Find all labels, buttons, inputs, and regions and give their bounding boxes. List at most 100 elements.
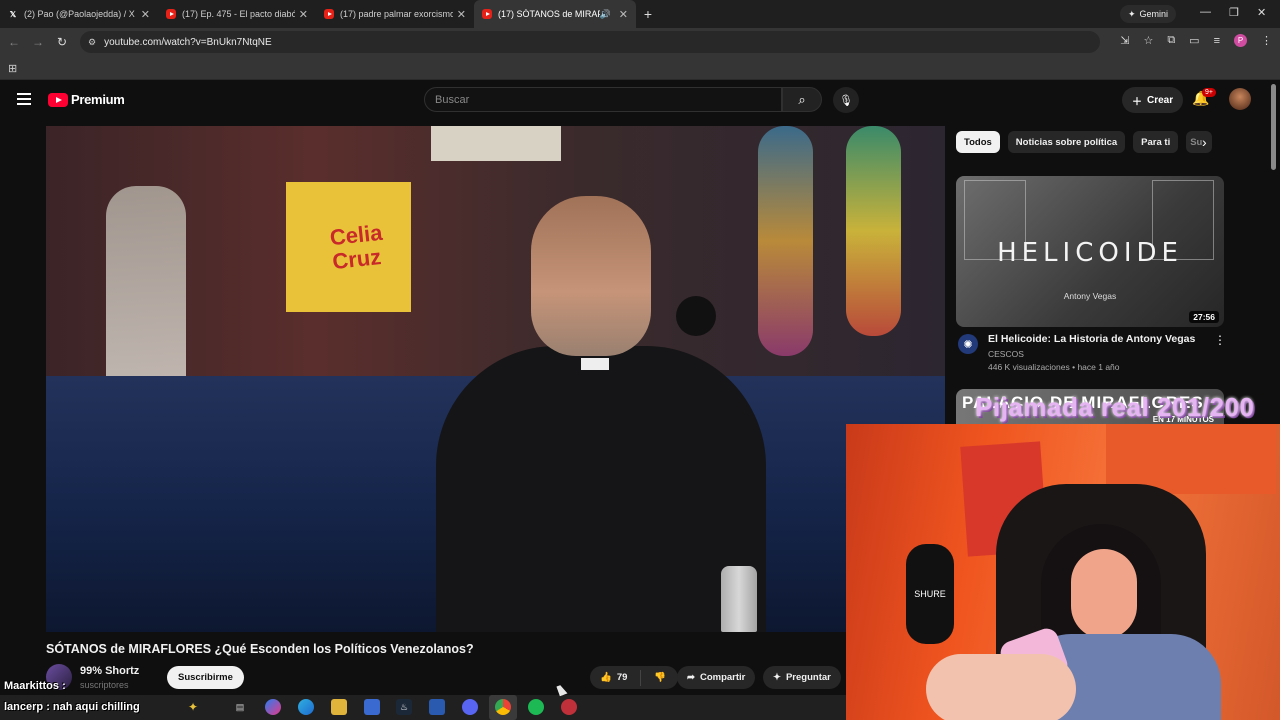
voice-search-button[interactable]: 🎙 (833, 87, 859, 113)
close-icon[interactable]: ✕ (457, 8, 466, 21)
cast-icon[interactable]: ▭ (1189, 34, 1199, 47)
close-icon[interactable]: ✕ (619, 8, 628, 21)
url-text: youtube.com/watch?v=BnUkn7NtqNE (104, 36, 272, 48)
chip-politica[interactable]: Noticias sobre política (1007, 131, 1126, 153)
recommended-thumbnail[interactable]: HELICOIDE Antony Vegas 27:56 (956, 176, 1224, 327)
store-icon[interactable] (364, 699, 380, 715)
restore-icon[interactable]: ❐ (1229, 6, 1239, 19)
create-label: Crear (1147, 94, 1174, 106)
share-arrow-icon: ➦ (687, 672, 695, 683)
tab-youtube-padre[interactable]: (17) padre palmar exorcismo c ✕ (316, 0, 474, 28)
tab-x[interactable]: 𝕏 (2) Pao (@Paolaojedda) / X ✕ (0, 0, 158, 28)
profile-avatar[interactable]: P (1234, 34, 1247, 47)
mic-brand: SHURE (914, 589, 946, 599)
subscribe-button[interactable]: Suscribirme (167, 666, 244, 689)
bottle (721, 566, 757, 632)
hamburger-menu-icon[interactable] (17, 93, 31, 105)
recommended-meta: 446 K visualizaciones • hace 1 año (988, 362, 1120, 372)
youtube-icon (166, 9, 176, 19)
speaker-person (416, 166, 776, 632)
sparkle-icon: ✦ (1128, 8, 1136, 19)
speaker-icon[interactable]: 🔊 (600, 9, 611, 20)
media-icon[interactable]: ≡ (1214, 35, 1220, 47)
minimize-icon[interactable]: — (1200, 6, 1211, 18)
thumbs-down-icon[interactable]: 👎 (654, 672, 666, 683)
subscriber-count: suscriptores (80, 680, 129, 690)
wall-frame (431, 126, 561, 161)
page-scrollbar[interactable] (1271, 84, 1276, 170)
notification-badge: 9+ (1202, 88, 1216, 97)
task-view-icon[interactable]: ▤ (232, 699, 248, 715)
chip-todos[interactable]: Todos (956, 131, 1000, 153)
chrome-icon[interactable] (495, 699, 511, 715)
gemini-label: Gemini (1139, 9, 1169, 19)
divider (640, 669, 642, 686)
screen: 𝕏 (2) Pao (@Paolaojedda) / X ✕ (17) Ep. … (0, 0, 1280, 720)
toolbar-icons: ⇲ ☆ ⧉ ▭ ≡ P ⋮ (1120, 34, 1272, 47)
apps-grid-icon[interactable]: ⊞ (8, 62, 17, 75)
tab-youtube-sotanos[interactable]: (17) SÓTANOS de MIRAFLO 🔊 ✕ (474, 0, 636, 28)
duration-badge: 27:56 (1189, 311, 1219, 323)
recommended-channel[interactable]: CESCOS (988, 349, 1024, 359)
forward-icon[interactable]: → (26, 35, 50, 49)
plus-icon: ＋ (1132, 96, 1142, 108)
share-button[interactable]: ➦ Compartir (677, 666, 756, 689)
copilot-icon[interactable] (265, 699, 281, 715)
close-icon[interactable]: ✕ (141, 8, 150, 21)
more-options-icon[interactable]: ⋮ (1214, 333, 1226, 347)
chip-para-ti[interactable]: Para ti (1133, 131, 1179, 153)
spotify-icon[interactable] (528, 699, 544, 715)
file-explorer-icon[interactable] (331, 699, 347, 715)
youtube-masthead: Premium Buscar ⌕ 🎙 ＋ Crear 🔔 9+ (0, 80, 1280, 120)
youtube-play-icon (48, 92, 68, 107)
tab-label: (2) Pao (@Paolaojedda) / X (24, 9, 135, 19)
youtube-premium-logo[interactable]: Premium (48, 92, 125, 107)
chat-message: Maarkittos : (4, 680, 66, 692)
ask-label: Preguntar (785, 672, 831, 683)
thumbs-up-icon[interactable]: 👍 (600, 672, 612, 683)
new-tab-button[interactable]: + (636, 6, 660, 22)
address-bar-row: ← → ↻ ⚙ youtube.com/watch?v=BnUkn7NtqNE … (0, 28, 1280, 56)
recommended-title[interactable]: El Helicoide: La Historia de Antony Vega… (988, 333, 1195, 345)
like-count[interactable]: 79 (617, 672, 628, 683)
gemini-button[interactable]: ✦ Gemini (1120, 5, 1177, 23)
install-icon[interactable]: ⇲ (1120, 34, 1129, 47)
steam-icon[interactable]: ♨ (396, 699, 412, 715)
star-icon[interactable]: ☆ (1143, 34, 1153, 47)
search-button[interactable]: ⌕ (782, 87, 822, 112)
sparkle-icon: ✦ (773, 672, 781, 683)
streamer-knee (926, 654, 1076, 720)
url-field[interactable]: ⚙ youtube.com/watch?v=BnUkn7NtqNE (80, 31, 1100, 53)
edge-icon[interactable] (298, 699, 314, 715)
search-icon: ⌕ (798, 91, 806, 107)
clerical-collar (581, 358, 609, 370)
app-icon[interactable] (561, 699, 577, 715)
close-icon[interactable]: ✕ (299, 8, 308, 21)
channel-avatar[interactable]: ✺ (958, 334, 978, 354)
back-icon[interactable]: ← (2, 35, 26, 49)
x-logo-icon: 𝕏 (9, 9, 17, 19)
tab-youtube-ep475[interactable]: (17) Ep. 475 - El pacto diabólico ✕ (158, 0, 316, 28)
video-player[interactable]: Celia Cruz (46, 126, 945, 632)
site-info-icon[interactable]: ⚙ (88, 37, 96, 48)
chip-more[interactable]: Su (1186, 131, 1213, 153)
reload-icon[interactable]: ↻ (50, 35, 74, 49)
cassock (436, 346, 766, 632)
channel-name[interactable]: 99% Shortz (80, 665, 139, 677)
chat-message: lancerp : nah aqui chilling (4, 701, 140, 713)
create-button[interactable]: ＋ Crear (1122, 87, 1184, 113)
search-input[interactable]: Buscar (424, 87, 782, 112)
chevron-right-icon[interactable]: › (1202, 134, 1207, 150)
video-title: SÓTANOS de MIRAFLORES ¿Qué Esconden los … (46, 642, 474, 656)
sparkle-icon[interactable]: ✦ (185, 699, 201, 715)
like-dislike-group: 👍 79 👎 (590, 666, 678, 689)
extensions-icon[interactable]: ⧉ (1167, 34, 1175, 47)
app-icon[interactable] (429, 699, 445, 715)
discord-icon[interactable] (462, 699, 478, 715)
account-avatar[interactable] (1229, 88, 1251, 110)
close-window-icon[interactable]: ✕ (1257, 6, 1266, 19)
browser-tab-strip: 𝕏 (2) Pao (@Paolaojedda) / X ✕ (17) Ep. … (0, 0, 1280, 28)
ask-button[interactable]: ✦ Preguntar (763, 666, 841, 689)
filter-chips: Todos Noticias sobre política Para ti Su (956, 131, 1213, 153)
menu-dots-icon[interactable]: ⋮ (1261, 34, 1272, 47)
